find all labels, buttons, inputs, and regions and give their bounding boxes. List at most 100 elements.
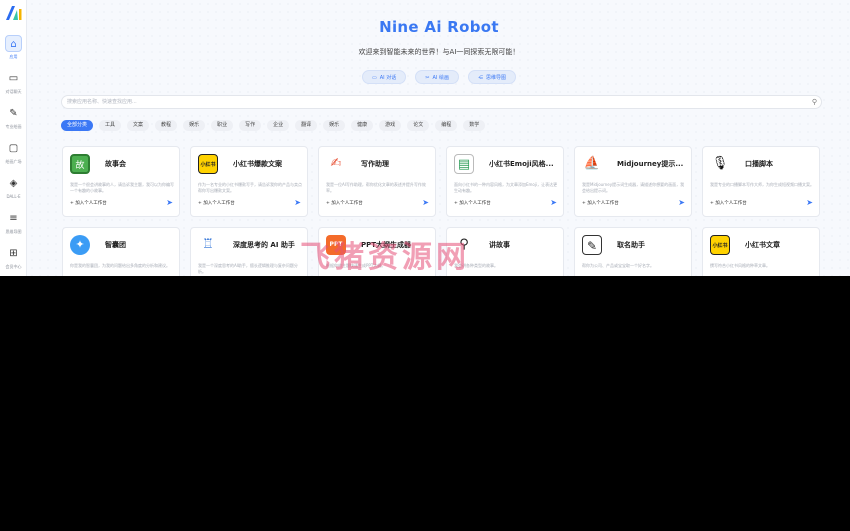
sailboat-icon: ⛵ (582, 154, 602, 174)
send-icon[interactable]: ➤ (166, 198, 173, 207)
draw-icon: ✎ (9, 108, 18, 119)
app-logo[interactable] (4, 4, 23, 22)
app-card-description: 我是Midjourney提示词生成器，请描述你想要的画面，我会给出提示词。 (582, 182, 685, 193)
add-to-workspace-button[interactable]: + 加入个人工作台 (710, 200, 747, 206)
send-icon[interactable]: ➤ (806, 198, 813, 207)
add-to-workspace-button[interactable]: + 加入个人工作台 (326, 200, 363, 206)
category-tab[interactable]: 全部分类 (61, 120, 94, 131)
app-card-description: 作为一名专业的小红书爆款写手，请告诉我你的产品与卖点帮你写出爆款文案。 (198, 182, 302, 193)
sidebar-item-label: 应用 (9, 54, 18, 59)
hero-buttons: ▭ AI 对话 ✂ AI 绘画 ⋲ 思维导图 (28, 70, 850, 84)
sidebar-item-label: 对话聊天 (5, 89, 22, 94)
app-card-title: 故事会 (105, 160, 126, 168)
app-card[interactable]: PPTPPT大纲生成器根据你的主题快速生成PPT大纲。+ 加入个人工作台➤ (318, 227, 436, 276)
chat-icon: ▭ (372, 75, 377, 81)
category-tab[interactable]: 娱乐 (183, 120, 206, 131)
app-card[interactable]: ▤ 小红书Emoji风格... 面向小红书的一种内容风格，为文章添加Emoji，让表… (446, 146, 564, 217)
sidebar-item-0[interactable]: ⌂ 应用 (1, 35, 26, 65)
hero-button-1[interactable]: ✂ AI 绘画 (415, 70, 459, 84)
sidebar-item-6[interactable]: ⊞ 会员中心 (1, 245, 26, 275)
sidebar-item-1[interactable]: ▭ 对话聊天 (1, 70, 26, 100)
hero-button-2[interactable]: ⋲ 思维导图 (467, 70, 516, 84)
category-tab[interactable]: 写作 (239, 120, 262, 131)
add-to-workspace-button[interactable]: + 加入个人工作台 (70, 200, 107, 206)
app-card-description: 撰写符合小红书风格的种草文章。 (710, 263, 770, 268)
mindmap-icon: ≡ (9, 213, 18, 224)
send-icon[interactable]: ➤ (678, 198, 685, 207)
app-card-title: 智囊团 (105, 241, 126, 249)
send-icon[interactable]: ➤ (550, 198, 557, 207)
category-tab[interactable]: 翻译 (295, 120, 318, 131)
app-card[interactable]: 故 故事会 我是一个很会讲故事的人，请告诉我主题，我可以为你编写一个有趣的小故事。 +… (62, 146, 180, 217)
lightbulb-icon: ✦ (70, 235, 90, 255)
category-tab[interactable]: 企业 (267, 120, 290, 131)
search-bar[interactable]: 搜索应用名称、快速查找应用... ⚲ (61, 95, 822, 109)
home-icon: ⌂ (5, 35, 22, 52)
sidebar-item-5[interactable]: ≡ 思维导图 (1, 210, 26, 240)
add-to-workspace-button[interactable]: + 加入个人工作台 (582, 200, 619, 206)
page-subtitle: 欢迎来到智能未来的世界！与AI一同探索无限可能！ (358, 48, 520, 56)
category-tab[interactable]: 工具 (99, 120, 122, 131)
category-tab[interactable]: 教程 (155, 120, 178, 131)
app-card[interactable]: ✦智囊团你是我的智囊团，为我的问题给出多角度的分析和建议。+ 加入个人工作台➤ (62, 227, 180, 276)
send-icon[interactable]: ➤ (422, 198, 429, 207)
app-card-title: 小红书爆款文案 (233, 160, 282, 168)
app-card[interactable]: 小红书小红书文章撰写符合小红书风格的种草文章。+ 加入个人工作台➤ (702, 227, 820, 276)
page-title: Nine Ai Robot (379, 18, 499, 36)
gallery-icon: ▢ (8, 143, 19, 154)
app-card-description: 我是专业的口播脚本写作大师，为你生成短视频口播文案。 (710, 182, 814, 187)
magnifier-icon: ⚲ (454, 235, 474, 255)
brush-icon: ✂ (425, 75, 430, 81)
sidebar-item-label: 绘画广场 (5, 159, 22, 164)
hero-button-label: AI 对话 (379, 75, 397, 81)
app-card-title: 小红书Emoji风格... (489, 160, 554, 168)
hero-button-0[interactable]: ▭ AI 对话 (362, 70, 407, 84)
app-card[interactable]: 🎙 口播脚本 我是专业的口播脚本写作大师，为你生成短视频口播文案。 + 加入个人工作台… (702, 146, 820, 217)
search-input[interactable]: 搜索应用名称、快速查找应用... (67, 96, 137, 109)
app-card[interactable]: ⛵ Midjourney提示... 我是Midjourney提示词生成器，请描述你想… (574, 146, 692, 217)
cart-icon: ⊞ (9, 248, 18, 259)
app-card-title: 小红书文章 (745, 241, 780, 249)
sidebar-item-label: DALL-E (6, 194, 21, 199)
sidebar-item-3[interactable]: ▢ 绘画广场 (1, 140, 26, 170)
category-tab[interactable]: 健康 (351, 120, 374, 131)
app-card-description: 你是我的智囊团，为我的问题给出多角度的分析和建议。 (70, 263, 170, 268)
add-to-workspace-button[interactable]: + 加入个人工作台 (198, 200, 235, 206)
xiaohongshu-icon: 小红书 (710, 235, 730, 255)
main-content: Nine Ai Robot 欢迎来到智能未来的世界！与AI一同探索无限可能！ ▭… (28, 0, 850, 276)
app-card[interactable]: ✎取名助手帮你为公司、产品或宝宝取一个好名字。+ 加入个人工作台➤ (574, 227, 692, 276)
sidebar-item-4[interactable]: ◈ DALL-E (1, 175, 26, 205)
category-tab[interactable]: 游戏 (379, 120, 402, 131)
story-icon: 故 (70, 154, 90, 174)
app-card-title: 讲故事 (489, 241, 510, 249)
app-card-title: 深度思考的 AI 助手 (233, 241, 295, 249)
sidebar-item-2[interactable]: ✎ 专业绘画 (1, 105, 26, 135)
ppt-icon: PPT (326, 235, 346, 255)
category-tab[interactable]: 娱乐 (323, 120, 346, 131)
chat-icon: ▭ (8, 73, 19, 84)
sidebar: ⌂ 应用 ▭ 对话聊天 ✎ 专业绘画 ▢ 绘画广场 ◈ DALL-E ≡ 思维导图 ⊞ 会员中心 (0, 0, 27, 276)
app-card[interactable]: ✍ 写作助理 我是一位AI写作助理，帮你优化文章的表述并提升写作效率。 + 加入个人工… (318, 146, 436, 217)
category-tab[interactable]: 文案 (127, 120, 150, 131)
app-window: ⌂ 应用 ▭ 对话聊天 ✎ 专业绘画 ▢ 绘画广场 ◈ DALL-E ≡ 思维导图 ⊞ 会员中心 Nine… (0, 0, 850, 276)
send-icon[interactable]: ➤ (294, 198, 301, 207)
category-tab[interactable]: 编程 (435, 120, 458, 131)
share-icon: ⋲ (477, 75, 483, 81)
category-tab[interactable]: 数学 (463, 120, 486, 131)
app-card[interactable]: 小红书 小红书爆款文案 作为一名专业的小红书爆款写手，请告诉我你的产品与卖点帮你写出… (190, 146, 308, 217)
app-card-description: 帮你为公司、产品或宝宝取一个好名字。 (582, 263, 654, 268)
microphone-icon: 🎙 (710, 154, 730, 174)
search-icon[interactable]: ⚲ (812, 96, 817, 109)
notebook-icon: ▤ (454, 154, 474, 174)
category-tab[interactable]: 职业 (211, 120, 234, 131)
app-card[interactable]: ⚲讲故事我会讲各种类型的故事。+ 加入个人工作台➤ (446, 227, 564, 276)
robot-icon: ♖ (198, 235, 218, 255)
app-card-description: 我会讲各种类型的故事。 (454, 263, 498, 268)
category-tab[interactable]: 论文 (407, 120, 430, 131)
app-card[interactable]: ♖ 深度思考的 AI 助手 我是一个深度思考的AI助手，擅长逻辑推理与复杂问题分析。… (190, 227, 308, 276)
naming-icon: ✎ (582, 235, 602, 255)
dalle-icon: ◈ (9, 178, 18, 189)
hero-button-label: 思维导图 (485, 75, 506, 81)
app-card-title: 取名助手 (617, 241, 645, 249)
add-to-workspace-button[interactable]: + 加入个人工作台 (454, 200, 491, 206)
